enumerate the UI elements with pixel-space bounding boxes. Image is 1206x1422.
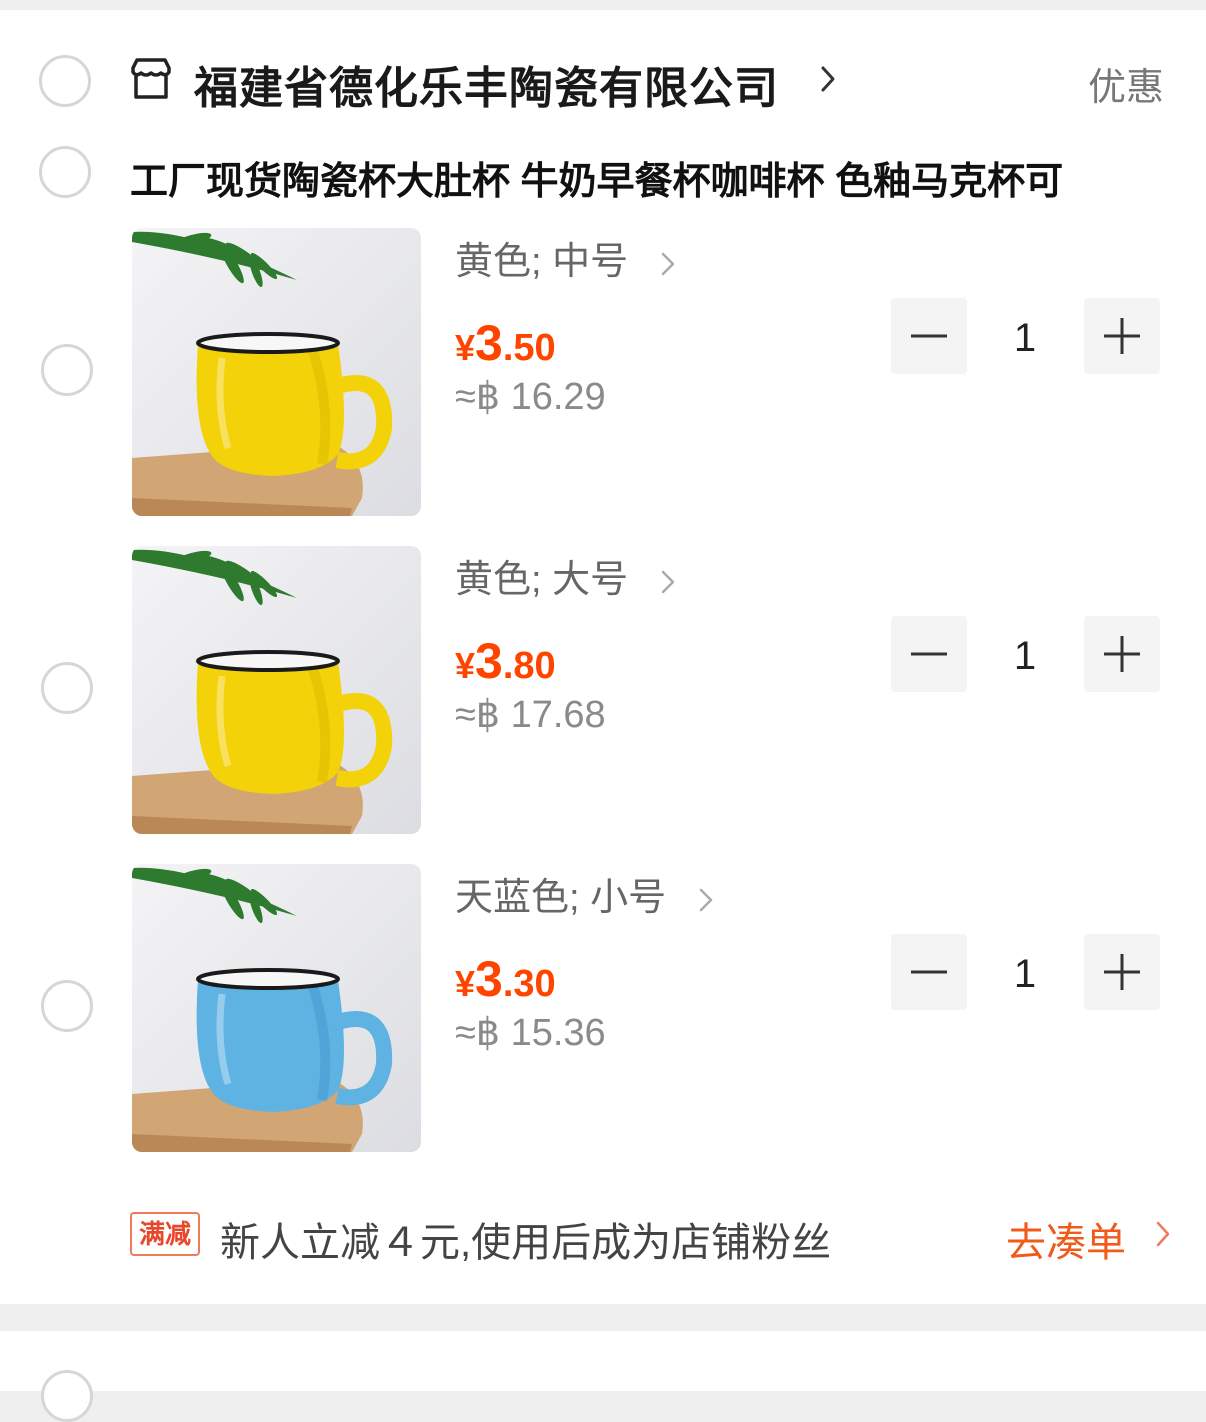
variant-label: 黄色; 大号 xyxy=(455,559,629,601)
product-thumbnail[interactable] xyxy=(132,228,421,516)
variant-label: 天蓝色; 小号 xyxy=(455,877,667,919)
converted-price: ≈฿ 16.29 xyxy=(455,376,606,418)
quantity-value[interactable]: 1 xyxy=(990,634,1060,679)
converted-price: ≈฿ 17.68 xyxy=(455,694,606,736)
item-select-radio[interactable] xyxy=(41,662,93,714)
price-decimal: .80 xyxy=(502,645,556,687)
chevron-right-icon[interactable] xyxy=(1155,1219,1171,1249)
plus-icon xyxy=(1104,636,1140,672)
cart-item: 黄色; 中号 ¥3.50 ≈฿ 16.29 1 xyxy=(0,228,1206,518)
minus-icon xyxy=(911,334,947,338)
product-thumbnail[interactable] xyxy=(132,546,421,834)
item-select-radio[interactable] xyxy=(41,980,93,1032)
quantity-value[interactable]: 1 xyxy=(990,316,1060,361)
minus-icon xyxy=(911,970,947,974)
price-decimal: .30 xyxy=(502,963,556,1005)
quantity-value[interactable]: 1 xyxy=(990,952,1060,997)
price-decimal: .50 xyxy=(502,327,556,369)
storefront-icon xyxy=(131,58,171,99)
add-more-items-link[interactable]: 去凑单 xyxy=(1006,1210,1126,1268)
item-price: ¥3.50 xyxy=(455,314,556,372)
cart-item: 黄色; 大号 ¥3.80 ≈฿ 17.68 1 xyxy=(0,546,1206,836)
shop-name[interactable]: 福建省德化乐丰陶瓷有限公司 xyxy=(194,52,779,116)
cart-item: 天蓝色; 小号 ¥3.30 ≈฿ 15.36 1 xyxy=(0,864,1206,1154)
minus-icon xyxy=(911,652,947,656)
product-select-radio[interactable] xyxy=(39,146,91,198)
chevron-right-icon[interactable] xyxy=(818,64,838,94)
variant-selector[interactable]: 黄色; 大号 xyxy=(455,548,675,603)
plus-icon xyxy=(1104,954,1140,990)
quantity-decrease-button[interactable] xyxy=(891,616,967,692)
price-integer: 3 xyxy=(475,315,503,371)
variant-selector[interactable]: 黄色; 中号 xyxy=(455,230,675,285)
price-integer: 3 xyxy=(475,633,503,689)
price-currency: ¥ xyxy=(455,645,476,686)
quantity-decrease-button[interactable] xyxy=(891,298,967,374)
product-title[interactable]: 工厂现货陶瓷杯大肚杯 牛奶早餐杯咖啡杯 色釉马克杯可 xyxy=(130,150,1160,205)
price-currency: ¥ xyxy=(455,327,476,368)
plus-icon xyxy=(1104,318,1140,354)
price-integer: 3 xyxy=(475,951,503,1007)
variant-selector[interactable]: 天蓝色; 小号 xyxy=(455,866,713,921)
product-thumbnail[interactable] xyxy=(132,864,421,1152)
quantity-increase-button[interactable] xyxy=(1084,934,1160,1010)
promo-text: 新人立减４元,使用后成为店铺粉丝 xyxy=(220,1221,832,1265)
item-price: ¥3.80 xyxy=(455,632,556,690)
quantity-decrease-button[interactable] xyxy=(891,934,967,1010)
shop-select-radio[interactable] xyxy=(39,55,91,107)
promo-badge: 满减 xyxy=(130,1212,200,1256)
next-shop-select-radio[interactable] xyxy=(41,1370,93,1422)
converted-price: ≈฿ 15.36 xyxy=(455,1012,606,1054)
quantity-increase-button[interactable] xyxy=(1084,616,1160,692)
item-price: ¥3.30 xyxy=(455,950,556,1008)
chevron-right-icon xyxy=(699,888,712,912)
price-currency: ¥ xyxy=(455,963,476,1004)
variant-label: 黄色; 中号 xyxy=(455,241,629,283)
quantity-increase-button[interactable] xyxy=(1084,298,1160,374)
chevron-right-icon xyxy=(661,570,674,594)
next-shop-card xyxy=(0,1331,1206,1391)
discount-link[interactable]: 优惠 xyxy=(1088,56,1164,111)
item-select-radio[interactable] xyxy=(41,344,93,396)
chevron-right-icon xyxy=(661,252,674,276)
